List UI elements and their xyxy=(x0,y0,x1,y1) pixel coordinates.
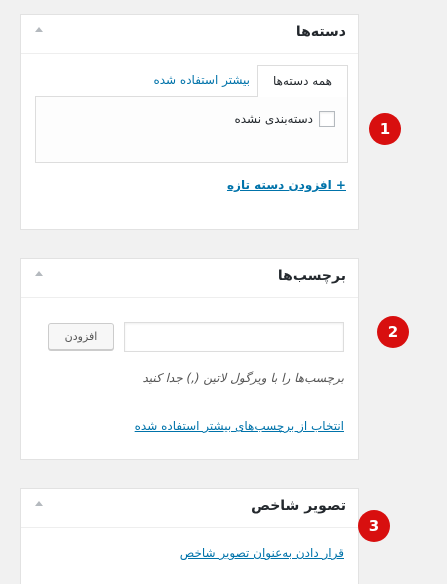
tags-hint-text: برچسب‌ها را با ویرگول لاتین (,) جدا کنید xyxy=(142,371,345,385)
categories-title: دسته‌ها xyxy=(295,24,346,40)
add-new-category-link[interactable]: + افزودن دسته تازه xyxy=(227,178,346,192)
featured-image-metabox: تصویر شاخص قرار دادن به‌عنوان تصویر شاخص xyxy=(20,488,359,584)
tab-most-used[interactable]: بیشتر استفاده شده xyxy=(153,65,250,95)
collapse-arrow-icon[interactable] xyxy=(35,27,43,32)
tags-metabox: برچسب‌ها افزودن برچسب‌ها را با ویرگول لا… xyxy=(20,258,359,460)
new-tag-input[interactable] xyxy=(124,322,344,352)
category-label: دسته‌بندی نشده xyxy=(234,112,313,126)
featured-image-title: تصویر شاخص xyxy=(251,498,346,514)
category-item[interactable]: دسته‌بندی نشده xyxy=(234,111,335,127)
featured-image-header[interactable]: تصویر شاخص xyxy=(21,489,358,528)
collapse-arrow-icon[interactable] xyxy=(35,271,43,276)
categories-metabox: دسته‌ها همه دسته‌ها بیشتر استفاده شده دس… xyxy=(20,14,359,230)
tags-header[interactable]: برچسب‌ها xyxy=(21,259,358,298)
annotation-marker-3: 3 xyxy=(358,510,390,542)
set-featured-image-link[interactable]: قرار دادن به‌عنوان تصویر شاخص xyxy=(180,546,344,560)
tags-title: برچسب‌ها xyxy=(277,268,346,284)
add-tag-button[interactable]: افزودن xyxy=(48,323,114,350)
category-checkbox[interactable] xyxy=(319,111,335,127)
category-list-panel: دسته‌بندی نشده xyxy=(35,96,348,163)
tab-all-categories[interactable]: همه دسته‌ها xyxy=(257,65,348,97)
choose-popular-tags-link[interactable]: انتخاب از برچسب‌های بیشتر استفاده شده xyxy=(135,419,344,433)
collapse-arrow-icon[interactable] xyxy=(35,501,43,506)
annotation-marker-2: 2 xyxy=(377,316,409,348)
categories-header[interactable]: دسته‌ها xyxy=(21,15,358,54)
category-tabs: همه دسته‌ها بیشتر استفاده شده xyxy=(35,65,348,97)
annotation-marker-1: 1 xyxy=(369,113,401,145)
